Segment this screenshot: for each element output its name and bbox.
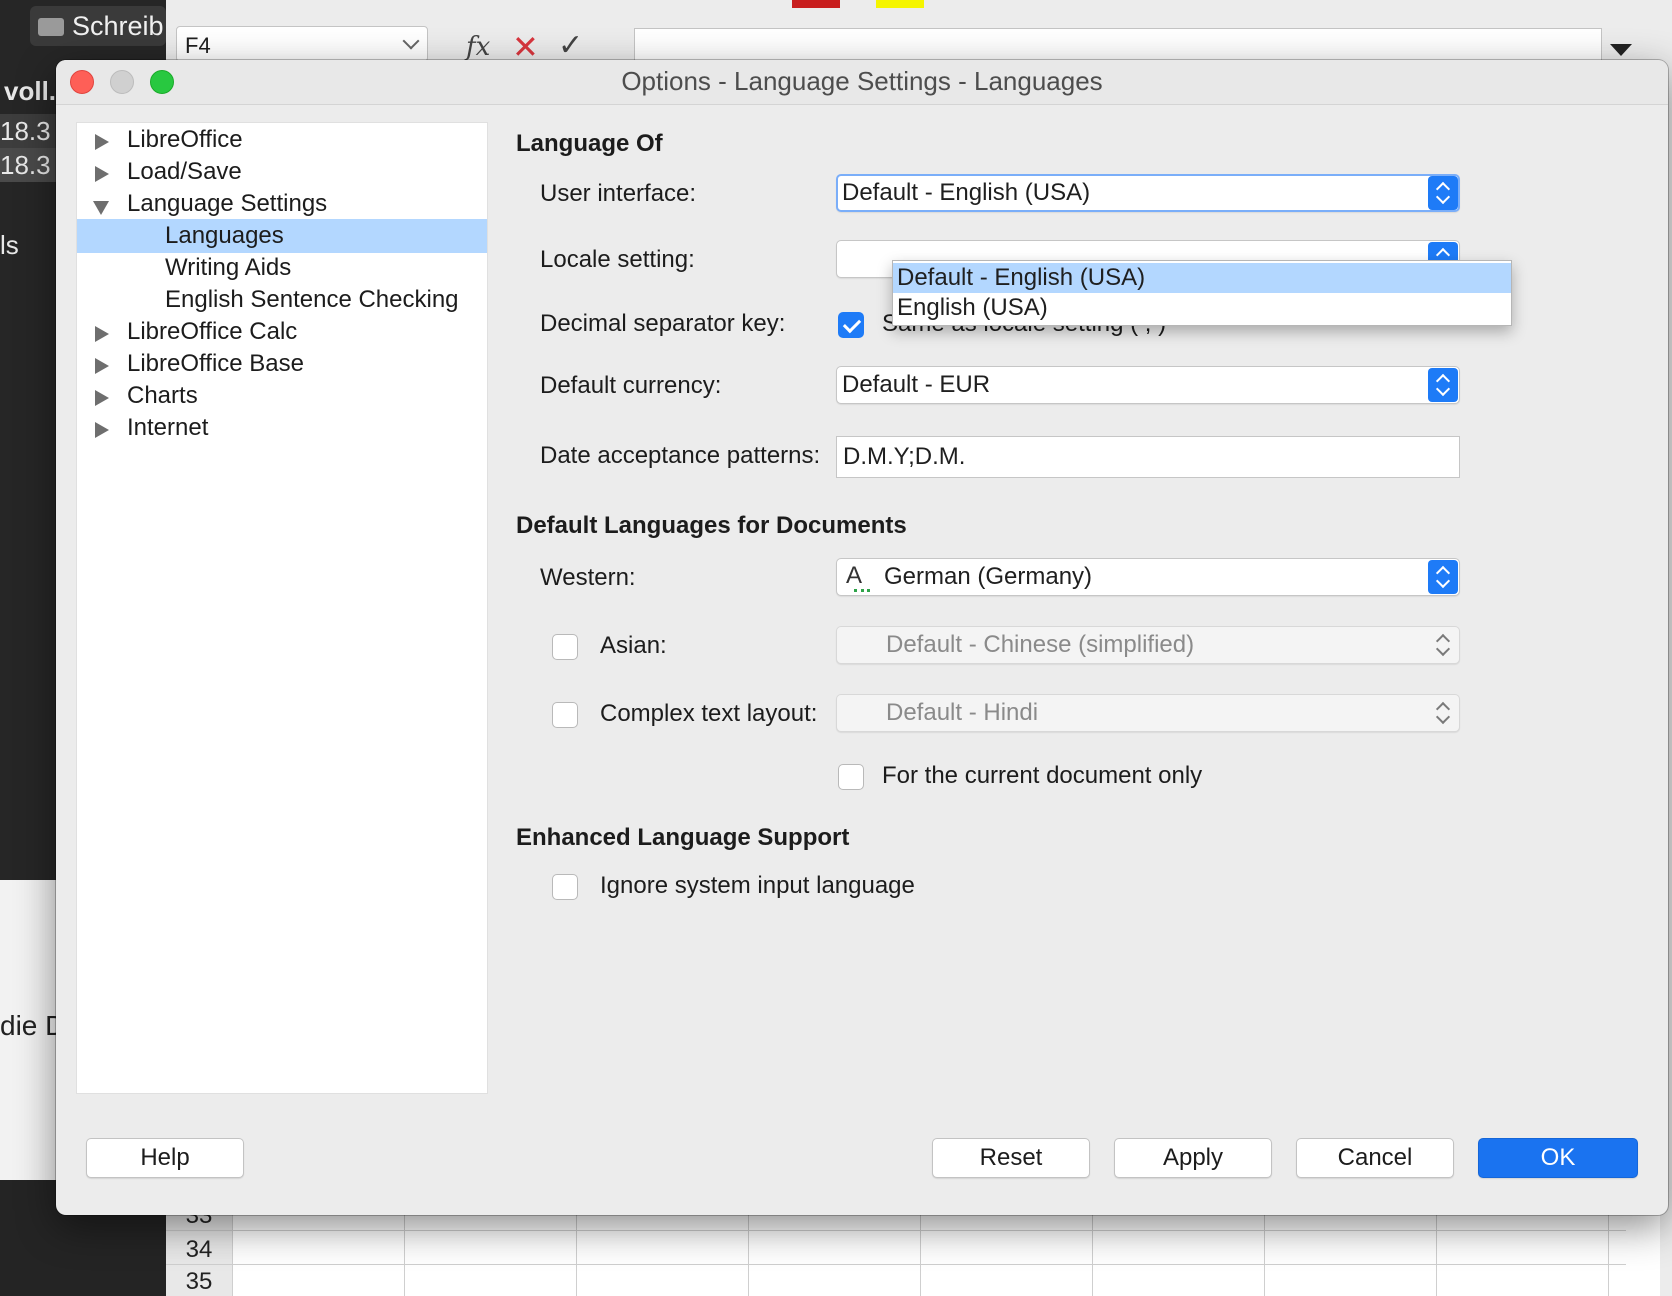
- row-header-34[interactable]: 34: [166, 1236, 232, 1264]
- disclosure-triangle-expanded-icon[interactable]: [93, 201, 109, 215]
- tree-item-languages[interactable]: Languages: [77, 219, 487, 253]
- tree-item-charts[interactable]: Charts: [77, 379, 487, 413]
- select-stepper-icon[interactable]: [1428, 176, 1458, 210]
- formula-input[interactable]: [634, 28, 1602, 62]
- disclosure-triangle-icon[interactable]: [95, 358, 109, 374]
- user-interface-dropdown-list[interactable]: Default - English (USA) English (USA): [892, 260, 1512, 326]
- western-language-value: German (Germany): [884, 563, 1093, 590]
- asian-language-value: Default - Chinese (simplified): [886, 631, 1195, 658]
- chevron-down-icon[interactable]: [402, 32, 420, 50]
- select-stepper-icon: [1428, 628, 1458, 662]
- apply-button[interactable]: Apply: [1114, 1138, 1272, 1178]
- tree-item-internet[interactable]: Internet: [77, 411, 487, 445]
- tree-item-label: Internet: [127, 414, 209, 441]
- western-label: Western:: [540, 564, 636, 591]
- decimal-separator-checkbox[interactable]: [838, 312, 864, 338]
- select-stepper-icon[interactable]: [1428, 560, 1458, 594]
- asian-language-select: Default - Chinese (simplified): [836, 626, 1460, 664]
- locale-setting-label: Locale setting:: [540, 246, 695, 273]
- ignore-system-input-checkbox[interactable]: [552, 874, 578, 900]
- tree-item-english-sentence-checking[interactable]: English Sentence Checking: [77, 283, 487, 317]
- tree-item-load-save[interactable]: Load/Save: [77, 155, 487, 189]
- section-heading-enhanced-language-support: Enhanced Language Support: [516, 824, 850, 851]
- tree-item-label: LibreOffice Base: [127, 350, 304, 377]
- complex-text-layout-value: Default - Hindi: [886, 699, 1039, 726]
- tree-item-label: LibreOffice: [127, 126, 243, 153]
- ignore-system-input-label[interactable]: Ignore system input language: [600, 872, 915, 900]
- default-currency-label: Default currency:: [540, 372, 722, 399]
- tree-item-language-settings[interactable]: Language Settings: [77, 187, 487, 221]
- disclosure-triangle-icon[interactable]: [95, 422, 109, 438]
- background-text-fragment: 18.3: [0, 116, 51, 146]
- name-box[interactable]: F4: [176, 26, 428, 62]
- grid-line: [166, 1230, 1626, 1231]
- tree-item-label: Charts: [127, 382, 198, 409]
- tree-item-libreoffice-calc[interactable]: LibreOffice Calc: [77, 315, 487, 349]
- tree-item-label: Language Settings: [127, 190, 328, 217]
- user-interface-label: User interface:: [540, 180, 697, 207]
- dialog-titlebar[interactable]: Options - Language Settings - Languages: [56, 60, 1668, 105]
- reset-button[interactable]: Reset: [932, 1138, 1090, 1178]
- expand-formula-bar-icon[interactable]: [1610, 44, 1632, 56]
- grid-line: [166, 1264, 1626, 1265]
- font-color-swatch[interactable]: [792, 0, 840, 8]
- decimal-separator-label: Decimal separator key:: [540, 310, 786, 337]
- tree-item-libreoffice-base[interactable]: LibreOffice Base: [77, 347, 487, 381]
- row-header-35[interactable]: 35: [166, 1268, 232, 1296]
- help-button[interactable]: Help: [86, 1138, 244, 1178]
- dropdown-option[interactable]: Default - English (USA): [893, 263, 1511, 293]
- select-stepper-icon: [1428, 696, 1458, 730]
- user-interface-select[interactable]: Default - English (USA): [836, 174, 1460, 212]
- date-patterns-input[interactable]: D.M.Y;D.M.: [836, 436, 1460, 478]
- tree-item-label: Load/Save: [127, 158, 242, 185]
- section-heading-default-languages: Default Languages for Documents: [516, 512, 907, 539]
- asian-label[interactable]: Asian:: [600, 632, 667, 660]
- complex-text-layout-select: Default - Hindi: [836, 694, 1460, 732]
- default-currency-value: Default - EUR: [842, 371, 991, 398]
- tree-item-label: LibreOffice Calc: [127, 318, 298, 345]
- default-currency-select[interactable]: Default - EUR: [836, 366, 1460, 404]
- folder-icon: [38, 18, 64, 36]
- cancel-button[interactable]: Cancel: [1296, 1138, 1454, 1178]
- dropdown-option[interactable]: English (USA): [893, 293, 1511, 323]
- accept-formula-icon[interactable]: ✓: [558, 28, 583, 63]
- disclosure-triangle-icon[interactable]: [95, 390, 109, 406]
- western-language-select[interactable]: A German (Germany): [836, 558, 1460, 596]
- asian-checkbox[interactable]: [552, 634, 578, 660]
- disclosure-triangle-icon[interactable]: [95, 326, 109, 342]
- date-patterns-label: Date acceptance patterns:: [540, 442, 821, 469]
- user-interface-value: Default - English (USA): [842, 179, 1091, 206]
- tree-item-label: Writing Aids: [165, 254, 292, 281]
- current-document-only-label[interactable]: For the current document only: [882, 762, 1202, 790]
- name-box-value: F4: [185, 33, 211, 58]
- function-wizard-icon[interactable]: fx: [466, 32, 490, 62]
- background-text-fragment: 18.3: [0, 150, 51, 180]
- disclosure-triangle-icon[interactable]: [95, 166, 109, 182]
- tree-item-label: Languages: [165, 222, 284, 249]
- disclosure-triangle-icon[interactable]: [95, 134, 109, 150]
- spellcheck-language-icon: A: [846, 562, 874, 593]
- window-title: Options - Language Settings - Languages: [621, 66, 1103, 96]
- tree-item-label: English Sentence Checking: [165, 286, 459, 313]
- complex-text-layout-label[interactable]: Complex text layout:: [600, 700, 817, 728]
- background-document-tab[interactable]: Schreib: [30, 6, 166, 46]
- background-document-title: Schreib: [72, 11, 164, 41]
- options-dialog: Options - Language Settings - Languages …: [56, 60, 1668, 1215]
- complex-text-layout-checkbox[interactable]: [552, 702, 578, 728]
- ok-button[interactable]: OK: [1478, 1138, 1638, 1178]
- section-heading-language-of: Language Of: [516, 130, 663, 157]
- highlight-color-swatch[interactable]: [876, 0, 924, 8]
- background-text-fragment: voll.: [4, 76, 57, 106]
- select-stepper-icon[interactable]: [1428, 368, 1458, 402]
- tree-item-libreoffice[interactable]: LibreOffice: [77, 123, 487, 157]
- tree-item-writing-aids[interactable]: Writing Aids: [77, 251, 487, 285]
- background-text-fragment: ls: [0, 230, 19, 260]
- options-tree[interactable]: LibreOffice Load/Save Language Settings …: [76, 122, 488, 1094]
- current-document-only-checkbox[interactable]: [838, 764, 864, 790]
